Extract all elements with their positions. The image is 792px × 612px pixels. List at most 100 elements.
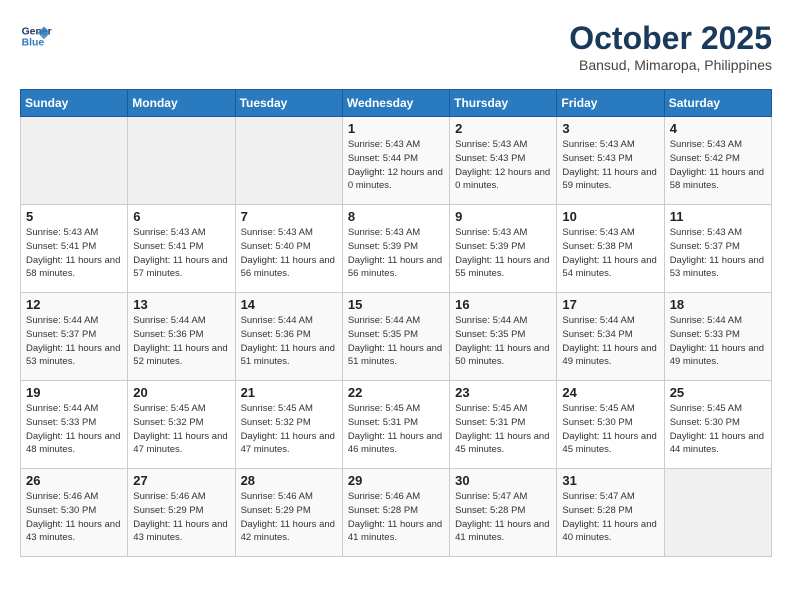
- day-number: 2: [455, 121, 551, 136]
- calendar-cell: 28 Sunrise: 5:46 AMSunset: 5:29 PMDayligh…: [235, 469, 342, 557]
- calendar-cell: 24 Sunrise: 5:45 AMSunset: 5:30 PMDayligh…: [557, 381, 664, 469]
- calendar-cell: 29 Sunrise: 5:46 AMSunset: 5:28 PMDayligh…: [342, 469, 449, 557]
- calendar-cell: [235, 117, 342, 205]
- day-number: 4: [670, 121, 766, 136]
- weekday-header-tuesday: Tuesday: [235, 90, 342, 117]
- day-number: 22: [348, 385, 444, 400]
- cell-content: Sunrise: 5:43 AMSunset: 5:39 PMDaylight:…: [455, 226, 551, 281]
- day-number: 24: [562, 385, 658, 400]
- day-number: 13: [133, 297, 229, 312]
- calendar-cell: 16 Sunrise: 5:44 AMSunset: 5:35 PMDayligh…: [450, 293, 557, 381]
- day-number: 31: [562, 473, 658, 488]
- calendar-cell: 15 Sunrise: 5:44 AMSunset: 5:35 PMDayligh…: [342, 293, 449, 381]
- weekday-header-friday: Friday: [557, 90, 664, 117]
- calendar-cell: 27 Sunrise: 5:46 AMSunset: 5:29 PMDayligh…: [128, 469, 235, 557]
- calendar-cell: 18 Sunrise: 5:44 AMSunset: 5:33 PMDayligh…: [664, 293, 771, 381]
- cell-content: Sunrise: 5:45 AMSunset: 5:31 PMDaylight:…: [455, 402, 551, 457]
- cell-content: Sunrise: 5:43 AMSunset: 5:43 PMDaylight:…: [455, 138, 551, 193]
- day-number: 29: [348, 473, 444, 488]
- calendar-cell: 12Sunrise: 5:44 AMSunset: 5:37 PMDayligh…: [21, 293, 128, 381]
- cell-content: Sunrise: 5:43 AMSunset: 5:44 PMDaylight:…: [348, 138, 444, 193]
- calendar-cell: 11Sunrise: 5:43 AMSunset: 5:37 PMDayligh…: [664, 205, 771, 293]
- day-number: 1: [348, 121, 444, 136]
- calendar-table: SundayMondayTuesdayWednesdayThursdayFrid…: [20, 89, 772, 557]
- day-number: 28: [241, 473, 337, 488]
- calendar-cell: 1 Sunrise: 5:43 AMSunset: 5:44 PMDaylight…: [342, 117, 449, 205]
- cell-content: Sunrise: 5:44 AMSunset: 5:36 PMDaylight:…: [133, 314, 229, 369]
- cell-content: Sunrise: 5:44 AMSunset: 5:34 PMDaylight:…: [562, 314, 658, 369]
- day-number: 27: [133, 473, 229, 488]
- cell-content: Sunrise: 5:44 AMSunset: 5:35 PMDaylight:…: [455, 314, 551, 369]
- weekday-header-saturday: Saturday: [664, 90, 771, 117]
- calendar-cell: 31 Sunrise: 5:47 AMSunset: 5:28 PMDayligh…: [557, 469, 664, 557]
- calendar-cell: 10Sunrise: 5:43 AMSunset: 5:38 PMDayligh…: [557, 205, 664, 293]
- cell-content: Sunrise: 5:44 AMSunset: 5:35 PMDaylight:…: [348, 314, 444, 369]
- day-number: 23: [455, 385, 551, 400]
- weekday-header-sunday: Sunday: [21, 90, 128, 117]
- calendar-cell: 13 Sunrise: 5:44 AMSunset: 5:36 PMDayligh…: [128, 293, 235, 381]
- day-number: 16: [455, 297, 551, 312]
- cell-content: Sunrise: 5:45 AMSunset: 5:32 PMDaylight:…: [133, 402, 229, 457]
- calendar-cell: 8 Sunrise: 5:43 AMSunset: 5:39 PMDaylight…: [342, 205, 449, 293]
- cell-content: Sunrise: 5:46 AMSunset: 5:29 PMDaylight:…: [241, 490, 337, 545]
- calendar-cell: 20 Sunrise: 5:45 AMSunset: 5:32 PMDayligh…: [128, 381, 235, 469]
- logo: General Blue: [20, 20, 52, 52]
- day-number: 26: [26, 473, 122, 488]
- calendar-cell: [128, 117, 235, 205]
- cell-content: Sunrise: 5:45 AMSunset: 5:30 PMDaylight:…: [670, 402, 766, 457]
- calendar-cell: 2 Sunrise: 5:43 AMSunset: 5:43 PMDaylight…: [450, 117, 557, 205]
- cell-content: Sunrise: 5:45 AMSunset: 5:30 PMDaylight:…: [562, 402, 658, 457]
- calendar-cell: 23 Sunrise: 5:45 AMSunset: 5:31 PMDayligh…: [450, 381, 557, 469]
- calendar-cell: 17 Sunrise: 5:44 AMSunset: 5:34 PMDayligh…: [557, 293, 664, 381]
- day-number: 17: [562, 297, 658, 312]
- day-number: 20: [133, 385, 229, 400]
- month-title: October 2025: [569, 20, 772, 57]
- cell-content: Sunrise: 5:43 AMSunset: 5:42 PMDaylight:…: [670, 138, 766, 193]
- calendar-cell: 9 Sunrise: 5:43 AMSunset: 5:39 PMDaylight…: [450, 205, 557, 293]
- cell-content: Sunrise: 5:44 AMSunset: 5:36 PMDaylight:…: [241, 314, 337, 369]
- calendar-cell: 30Sunrise: 5:47 AMSunset: 5:28 PMDayligh…: [450, 469, 557, 557]
- day-number: 9: [455, 209, 551, 224]
- cell-content: Sunrise: 5:45 AMSunset: 5:32 PMDaylight:…: [241, 402, 337, 457]
- day-number: 10: [562, 209, 658, 224]
- calendar-cell: 3Sunrise: 5:43 AMSunset: 5:43 PMDaylight…: [557, 117, 664, 205]
- calendar-cell: 26 Sunrise: 5:46 AMSunset: 5:30 PMDayligh…: [21, 469, 128, 557]
- calendar-cell: [21, 117, 128, 205]
- cell-content: Sunrise: 5:44 AMSunset: 5:33 PMDaylight:…: [670, 314, 766, 369]
- calendar-cell: 4 Sunrise: 5:43 AMSunset: 5:42 PMDaylight…: [664, 117, 771, 205]
- calendar-cell: 21 Sunrise: 5:45 AMSunset: 5:32 PMDayligh…: [235, 381, 342, 469]
- day-number: 18: [670, 297, 766, 312]
- day-number: 7: [241, 209, 337, 224]
- cell-content: Sunrise: 5:43 AMSunset: 5:41 PMDaylight:…: [26, 226, 122, 281]
- svg-text:Blue: Blue: [22, 38, 45, 49]
- title-block: October 2025 Bansud, Mimaropa, Philippin…: [569, 20, 772, 73]
- day-number: 30: [455, 473, 551, 488]
- cell-content: Sunrise: 5:44 AMSunset: 5:37 PMDaylight:…: [26, 314, 122, 369]
- calendar-cell: 19Sunrise: 5:44 AMSunset: 5:33 PMDayligh…: [21, 381, 128, 469]
- cell-content: Sunrise: 5:43 AMSunset: 5:40 PMDaylight:…: [241, 226, 337, 281]
- day-number: 19: [26, 385, 122, 400]
- cell-content: Sunrise: 5:47 AMSunset: 5:28 PMDaylight:…: [562, 490, 658, 545]
- calendar-cell: 22Sunrise: 5:45 AMSunset: 5:31 PMDayligh…: [342, 381, 449, 469]
- location-subtitle: Bansud, Mimaropa, Philippines: [569, 57, 772, 73]
- weekday-header-wednesday: Wednesday: [342, 90, 449, 117]
- day-number: 15: [348, 297, 444, 312]
- calendar-cell: 6 Sunrise: 5:43 AMSunset: 5:41 PMDaylight…: [128, 205, 235, 293]
- day-number: 11: [670, 209, 766, 224]
- day-number: 25: [670, 385, 766, 400]
- cell-content: Sunrise: 5:46 AMSunset: 5:28 PMDaylight:…: [348, 490, 444, 545]
- calendar-cell: 7 Sunrise: 5:43 AMSunset: 5:40 PMDaylight…: [235, 205, 342, 293]
- cell-content: Sunrise: 5:46 AMSunset: 5:29 PMDaylight:…: [133, 490, 229, 545]
- day-number: 14: [241, 297, 337, 312]
- cell-content: Sunrise: 5:46 AMSunset: 5:30 PMDaylight:…: [26, 490, 122, 545]
- calendar-cell: [664, 469, 771, 557]
- day-number: 6: [133, 209, 229, 224]
- day-number: 8: [348, 209, 444, 224]
- calendar-cell: 14 Sunrise: 5:44 AMSunset: 5:36 PMDayligh…: [235, 293, 342, 381]
- day-number: 5: [26, 209, 122, 224]
- logo-icon: General Blue: [20, 20, 52, 52]
- day-number: 21: [241, 385, 337, 400]
- cell-content: Sunrise: 5:43 AMSunset: 5:41 PMDaylight:…: [133, 226, 229, 281]
- cell-content: Sunrise: 5:43 AMSunset: 5:39 PMDaylight:…: [348, 226, 444, 281]
- weekday-header-thursday: Thursday: [450, 90, 557, 117]
